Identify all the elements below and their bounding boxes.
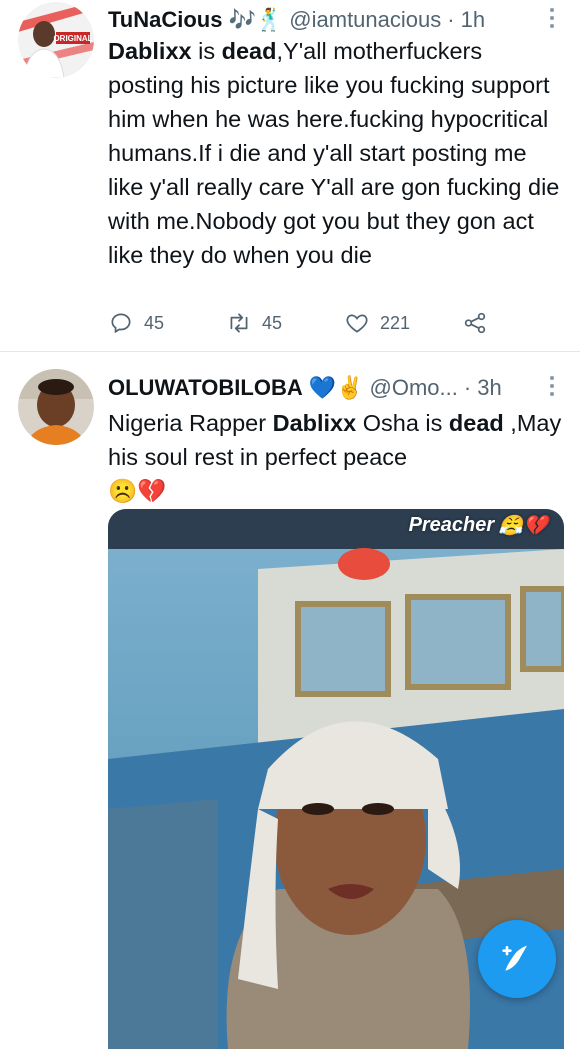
- author-name[interactable]: TuNaCious: [108, 7, 222, 33]
- caption-text: Preacher: [408, 514, 495, 536]
- more-options-icon[interactable]: [542, 374, 562, 398]
- share-icon: [464, 312, 486, 334]
- tweet-time[interactable]: 3h: [477, 375, 501, 401]
- share-button[interactable]: [462, 310, 498, 336]
- media-overlay-caption: Preacher 😤💔: [409, 513, 548, 538]
- text-segment: is: [191, 38, 222, 64]
- text-segment: dead: [448, 410, 504, 436]
- retweet-count: 45: [262, 312, 283, 333]
- tweet-time[interactable]: 1h: [461, 7, 485, 33]
- compose-tweet-icon: [502, 945, 527, 971]
- like-count: 221: [380, 312, 411, 333]
- reply-button[interactable]: 45: [108, 310, 226, 336]
- avatar-tunacious[interactable]: ORIGINAL: [18, 2, 94, 78]
- reply-icon: [111, 313, 131, 334]
- retweet-button[interactable]: 45: [226, 310, 344, 336]
- author-name[interactable]: OLUWATOBILOBA: [108, 375, 303, 401]
- text-segment: Dablixx: [108, 38, 192, 64]
- tweet-header: TuNaCious 🎶🕺 @iamtunacious · 1h: [108, 2, 550, 38]
- tweet-actions: 45 45 221: [108, 307, 548, 339]
- text-segment: ,Y'all motherfuckers posting his picture…: [108, 38, 560, 268]
- author-name-emoji: 🎶🕺: [228, 7, 284, 32]
- separator-dot: ·: [447, 7, 455, 32]
- text-segment: Osha is: [356, 410, 449, 436]
- avatar-logo-text: ORIGINAL: [53, 34, 92, 43]
- tweet-tunacious[interactable]: ORIGINAL TuNaCious 🎶🕺 @iamtunacious · 1h…: [0, 0, 580, 352]
- reply-count: 45: [144, 312, 165, 333]
- text-emoji: ☹️💔: [108, 478, 167, 504]
- more-options-icon[interactable]: [542, 6, 562, 30]
- compose-tweet-button[interactable]: [478, 920, 556, 998]
- caption-emoji: 😤💔: [498, 515, 548, 537]
- text-segment: Nigeria Rapper: [108, 410, 273, 436]
- like-button[interactable]: 221: [344, 310, 462, 336]
- tweet-oluwatobiloba[interactable]: OLUWATOBILOBA 💙✌️ @Omo... · 3h Nigeria R…: [0, 352, 580, 1049]
- retweet-icon: [230, 313, 248, 333]
- author-name-emoji: 💙✌️: [308, 375, 364, 400]
- author-handle[interactable]: @Omo...: [370, 375, 458, 401]
- author-handle[interactable]: @iamtunacious: [289, 7, 441, 33]
- tweet-text: Nigeria Rapper Dablixx Osha is dead ,May…: [108, 406, 564, 508]
- heart-icon: [346, 314, 368, 333]
- tweet-text: Dablixx is dead,Y'all motherfuckers post…: [108, 34, 564, 272]
- text-segment: Dablixx: [272, 410, 357, 436]
- avatar-oluwatobiloba[interactable]: [18, 369, 94, 445]
- text-segment: dead: [221, 38, 277, 64]
- separator-dot: ·: [463, 375, 472, 400]
- tweet-header: OLUWATOBILOBA 💙✌️ @Omo... · 3h: [108, 370, 550, 406]
